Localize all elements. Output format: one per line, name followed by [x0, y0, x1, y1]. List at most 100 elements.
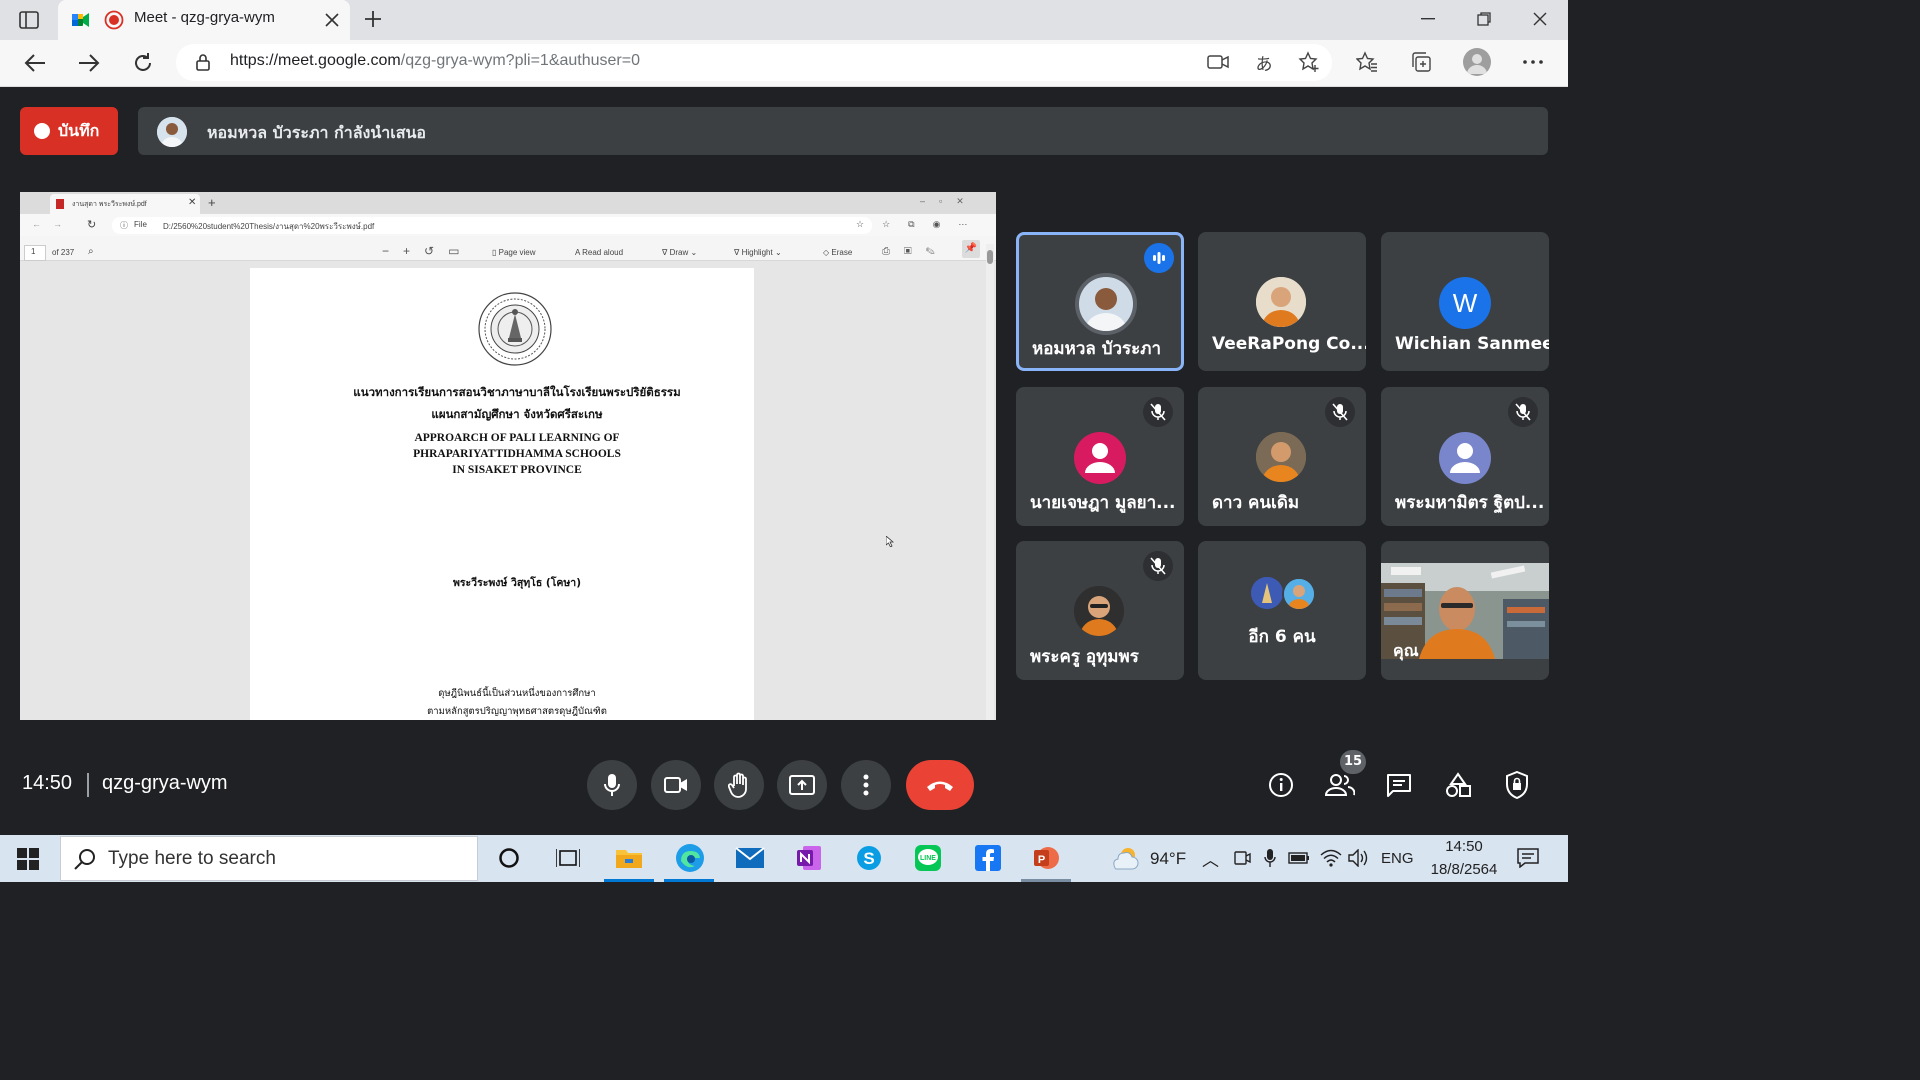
window-close-icon[interactable]: [1528, 8, 1552, 30]
separator: [87, 773, 89, 797]
battery-icon[interactable]: [1287, 848, 1311, 868]
participant-avatar: W: [1439, 277, 1491, 329]
svg-text:LINE: LINE: [920, 855, 936, 862]
present-icon: [789, 775, 815, 795]
window-restore-icon[interactable]: [1472, 8, 1496, 30]
shared-file-label: File: [134, 220, 147, 229]
doc-en-title-2: PHRAPARIYATTIDHAMMA SCHOOLS: [413, 448, 621, 460]
back-icon[interactable]: [22, 50, 48, 76]
presenter-avatar: [157, 117, 187, 147]
shared-nav-icons: ←→: [32, 219, 74, 229]
others-avatar-2: [1282, 577, 1316, 611]
weather-icon[interactable]: [1110, 843, 1140, 873]
onenote-icon[interactable]: [794, 843, 824, 873]
participant-tile[interactable]: พระมหามิตร ฐิตป...: [1381, 387, 1549, 526]
notifications-icon[interactable]: [1516, 846, 1540, 870]
participant-tile[interactable]: นายเจษฎา มูลยา...: [1016, 387, 1184, 526]
translate-icon[interactable]: あ: [1252, 50, 1276, 75]
participant-avatar: [1074, 432, 1126, 484]
tab-close-icon[interactable]: [322, 10, 342, 30]
clock-date[interactable]: 18/8/2564: [1424, 861, 1504, 878]
refresh-icon[interactable]: [130, 50, 156, 76]
participant-tile[interactable]: พระครู อุทุมพร: [1016, 541, 1184, 680]
doc-thai-title-1: แนวทางการเรียนการสอนวิชาภาษาบาลีในโรงเรี…: [353, 385, 681, 399]
pdf-highlight: ∇ Highlight ⌄: [734, 248, 782, 257]
shield-lock-icon: [1506, 771, 1528, 799]
shared-new-tab-icon: +: [208, 195, 216, 210]
input-language[interactable]: ENG: [1381, 850, 1414, 867]
pdf-read-aloud: A Read aloud: [575, 248, 624, 257]
participant-name: VeeRaPong Co...: [1212, 334, 1366, 354]
mic-off-icon: [1325, 397, 1355, 427]
camera-button[interactable]: [651, 760, 701, 810]
leave-call-button[interactable]: [906, 760, 974, 810]
shared-toolbar-icons: ☆☆⧉◉⋯: [856, 219, 986, 229]
camera-in-use-icon[interactable]: [1206, 52, 1230, 72]
microphone-button[interactable]: [587, 760, 637, 810]
svg-text:S: S: [863, 849, 874, 868]
new-tab-icon[interactable]: [362, 8, 384, 30]
raise-hand-button[interactable]: [714, 760, 764, 810]
line-app-icon[interactable]: LINE: [913, 843, 943, 873]
participant-tile-speaker[interactable]: หอมหวล บัวระภา: [1016, 232, 1184, 371]
participant-avatar: [1256, 277, 1306, 327]
cortana-icon[interactable]: [497, 846, 521, 870]
mail-icon[interactable]: [734, 844, 766, 872]
others-count-label: อีก 6 คน: [1248, 627, 1316, 647]
people-icon: [1325, 774, 1355, 796]
people-button[interactable]: [1324, 770, 1356, 800]
search-icon: [72, 846, 98, 872]
forward-icon[interactable]: [76, 50, 102, 76]
powerpoint-icon[interactable]: P: [1031, 843, 1061, 873]
skype-icon[interactable]: S: [854, 843, 884, 873]
self-video-tile[interactable]: คุณ: [1381, 541, 1549, 680]
hand-icon: [728, 772, 747, 798]
participant-avatar: [1439, 432, 1491, 484]
activities-button[interactable]: [1443, 770, 1473, 800]
host-controls-button[interactable]: [1502, 769, 1532, 801]
clock-time[interactable]: 14:50: [1440, 838, 1488, 855]
participant-tile-others[interactable]: อีก 6 คน: [1198, 541, 1366, 680]
add-favorite-icon[interactable]: [1297, 50, 1321, 74]
pdf-search-icon: ⌕: [88, 246, 94, 257]
volume-icon[interactable]: [1348, 848, 1370, 868]
chat-button[interactable]: [1384, 770, 1414, 800]
wifi-icon[interactable]: [1319, 848, 1343, 868]
meeting-details-button[interactable]: [1266, 770, 1296, 800]
meet-now-tray-icon[interactable]: [1232, 848, 1252, 868]
shared-info-icon: ⓘ: [120, 221, 128, 230]
mic-off-icon: [1143, 397, 1173, 427]
microphone-tray-icon[interactable]: [1261, 847, 1279, 869]
windows-logo-icon: [17, 848, 39, 870]
collections-icon[interactable]: [1409, 50, 1433, 74]
active-app-underline: [1021, 879, 1071, 882]
doc-author: พระวีระพงษ์ วิสุทฺโธ (โคษา): [452, 577, 581, 589]
microphone-icon: [604, 774, 620, 796]
task-view-icon[interactable]: [555, 846, 581, 870]
mouse-cursor-icon: [885, 532, 895, 551]
favorites-icon[interactable]: [1355, 50, 1379, 74]
participant-tile[interactable]: W Wichian Sanmee: [1381, 232, 1549, 371]
edge-icon[interactable]: [674, 842, 706, 874]
recording-button[interactable]: บันทึก: [20, 107, 118, 155]
profile-avatar[interactable]: [1463, 48, 1491, 76]
file-explorer-icon[interactable]: [614, 844, 644, 872]
lock-icon[interactable]: [193, 52, 213, 72]
more-options-button[interactable]: [841, 760, 891, 810]
participant-name: พระครู อุทุมพร: [1030, 647, 1139, 667]
start-button[interactable]: [16, 847, 40, 871]
recording-label: บันทึก: [58, 120, 100, 140]
info-icon: [1269, 773, 1293, 797]
participant-tile[interactable]: VeeRaPong Co...: [1198, 232, 1366, 371]
meeting-code: qzg-grya-wym: [102, 772, 228, 794]
participant-tile[interactable]: ดาว คนเดิม: [1198, 387, 1366, 526]
window-minimize-icon[interactable]: [1416, 8, 1440, 30]
active-app-underline: [664, 879, 714, 882]
browser-menu-icon[interactable]: [1520, 50, 1546, 74]
tab-actions-icon[interactable]: [18, 9, 40, 31]
weather-temp: 94°F: [1150, 849, 1187, 868]
facebook-icon[interactable]: [973, 843, 1003, 873]
present-screen-button[interactable]: [777, 760, 827, 810]
tray-chevron-icon[interactable]: ︿: [1202, 846, 1219, 871]
meet-favicon-icon: [72, 11, 90, 29]
